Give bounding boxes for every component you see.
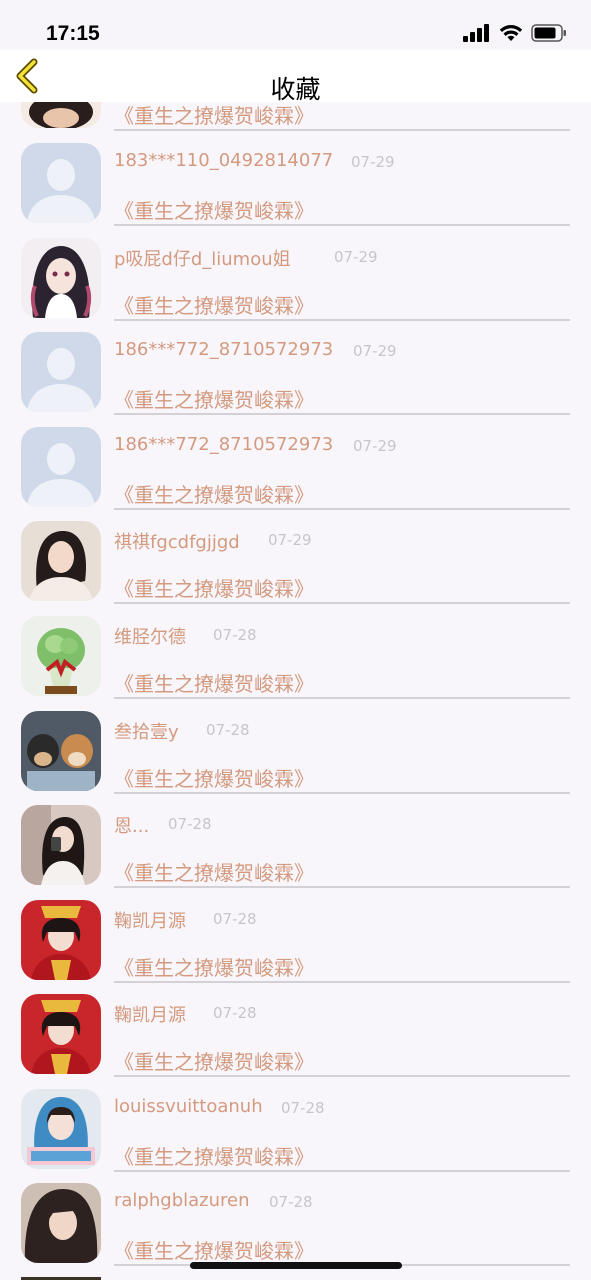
avatar[interactable] — [21, 238, 101, 318]
avatar[interactable] — [21, 900, 101, 980]
cellular-signal-icon — [463, 24, 489, 42]
list-item[interactable]: p吸屁d仔d_liumou姐 07-29 《重生之撩爆贺峻霖》 — [0, 238, 591, 333]
divider — [114, 413, 570, 415]
user-name[interactable]: 恩... — [114, 812, 149, 838]
divider — [114, 792, 570, 794]
status-time: 17:15 — [46, 22, 100, 45]
date: 07-29 — [353, 437, 397, 455]
avatar[interactable] — [21, 616, 101, 696]
divider — [114, 1075, 570, 1077]
date: 07-28 — [213, 626, 257, 644]
divider — [114, 224, 570, 226]
user-name[interactable]: 叁拾壹y — [114, 718, 179, 744]
date: 07-29 — [334, 248, 378, 266]
book-title[interactable]: 《重生之撩爆贺峻霖》 — [114, 857, 314, 886]
user-name[interactable]: 183***110_0492814077 — [114, 150, 333, 171]
divider — [114, 508, 570, 510]
date: 07-29 — [353, 342, 397, 360]
book-title[interactable]: 《重生之撩爆贺峻霖》 — [114, 668, 314, 697]
anime-girl-avatar-icon — [21, 238, 101, 318]
list-item[interactable]: 186***772_8710572973 07-29 《重生之撩爆贺峻霖》 — [0, 427, 591, 522]
default-avatar-icon — [21, 427, 101, 507]
home-indicator[interactable] — [190, 1262, 402, 1269]
book-title[interactable]: 《重生之撩爆贺峻霖》 — [114, 1235, 314, 1264]
book-title[interactable]: 《重生之撩爆贺峻霖》 — [114, 952, 314, 981]
user-name[interactable]: louissvuittoanuh — [114, 1096, 263, 1117]
divider — [114, 129, 570, 131]
date: 07-28 — [281, 1099, 325, 1117]
book-title[interactable]: 《重生之撩爆贺峻霖》 — [114, 1141, 314, 1170]
girl-photo-avatar-icon — [21, 521, 101, 601]
book-title[interactable]: 《重生之撩爆贺峻霖》 — [114, 573, 314, 602]
list-item[interactable]: 鞠凯月源 07-28 《重生之撩爆贺峻霖》 — [0, 900, 591, 995]
avatar[interactable] — [21, 427, 101, 507]
battery-icon — [531, 24, 566, 42]
divider — [114, 697, 570, 699]
divider — [114, 886, 570, 888]
divider — [114, 981, 570, 983]
user-name[interactable]: 186***772_8710572973 — [114, 339, 333, 360]
date: 07-28 — [269, 1193, 313, 1211]
list-item[interactable]: 鞠凯月源 07-28 《重生之撩爆贺峻霖》 — [0, 994, 591, 1089]
red-costume-avatar-icon — [21, 900, 101, 980]
book-title[interactable]: 《重生之撩爆贺峻霖》 — [114, 1046, 314, 1075]
long-hair-avatar-icon — [21, 1183, 101, 1263]
book-title[interactable]: 《重生之撩爆贺峻霖》 — [114, 479, 314, 508]
date: 07-28 — [213, 910, 257, 928]
red-costume-avatar-icon — [21, 994, 101, 1074]
list-item[interactable]: 维胫尔德 07-28 《重生之撩爆贺峻霖》 — [0, 616, 591, 711]
status-bar: 17:15 — [0, 0, 591, 50]
default-avatar-icon — [21, 143, 101, 223]
wifi-icon — [499, 25, 523, 41]
user-name[interactable]: ralphgblazuren — [114, 1190, 250, 1211]
user-name[interactable]: p吸屁d仔d_liumou姐 — [114, 245, 291, 271]
nav-bar: 收藏 — [0, 50, 591, 104]
default-avatar-icon — [21, 332, 101, 412]
book-title[interactable]: 《重生之撩爆贺峻霖》 — [114, 384, 314, 413]
book-title[interactable]: 《重生之撩爆贺峻霖》 — [114, 195, 314, 224]
list-item[interactable]: louissvuittoanuh 07-28 《重生之撩爆贺峻霖》 — [0, 1089, 591, 1184]
date: 07-28 — [168, 815, 212, 833]
page-title: 收藏 — [270, 75, 321, 104]
date: 07-28 — [213, 1004, 257, 1022]
divider — [114, 1170, 570, 1172]
list-item[interactable]: 叁拾壹y 07-28 《重生之撩爆贺峻霖》 — [0, 711, 591, 806]
user-name[interactable]: 维胫尔德 — [114, 623, 186, 649]
date: 07-29 — [268, 531, 312, 549]
user-name[interactable]: 鞠凯月源 — [114, 907, 186, 933]
user-name[interactable]: 186***772_8710572973 — [114, 434, 333, 455]
dogs-avatar-icon — [21, 711, 101, 791]
divider — [114, 319, 570, 321]
book-title[interactable]: 《重生之撩爆贺峻霖》 — [114, 763, 314, 792]
blue-hood-avatar-icon — [21, 1089, 101, 1169]
list-item[interactable]: 祺祺fgcdfgjjgd 07-29 《重生之撩爆贺峻霖》 — [0, 521, 591, 616]
avatar[interactable] — [21, 143, 101, 223]
user-name[interactable]: 鞠凯月源 — [114, 1001, 186, 1027]
status-icons — [463, 24, 567, 42]
divider — [114, 602, 570, 604]
favorites-list[interactable]: 《重生之撩爆贺峻霖》 183***110_0492814077 07-29 《重… — [0, 0, 591, 1280]
avatar[interactable] — [21, 521, 101, 601]
list-item[interactable]: 186***772_8710572973 07-29 《重生之撩爆贺峻霖》 — [0, 332, 591, 427]
avatar[interactable] — [21, 711, 101, 791]
avatar[interactable] — [21, 332, 101, 412]
avatar[interactable] — [21, 1089, 101, 1169]
cabbage-avatar-icon — [21, 616, 101, 696]
date: 07-29 — [351, 153, 395, 171]
date: 07-28 — [206, 721, 250, 739]
user-name[interactable]: 祺祺fgcdfgjjgd — [114, 528, 240, 554]
mirror-selfie-avatar-icon — [21, 805, 101, 885]
book-title[interactable]: 《重生之撩爆贺峻霖》 — [114, 290, 314, 319]
avatar[interactable] — [21, 805, 101, 885]
list-item[interactable]: 183***110_0492814077 07-29 《重生之撩爆贺峻霖》 — [0, 143, 591, 238]
avatar[interactable] — [21, 1183, 101, 1263]
avatar[interactable] — [21, 994, 101, 1074]
list-item[interactable]: 恩... 07-28 《重生之撩爆贺峻霖》 — [0, 805, 591, 900]
